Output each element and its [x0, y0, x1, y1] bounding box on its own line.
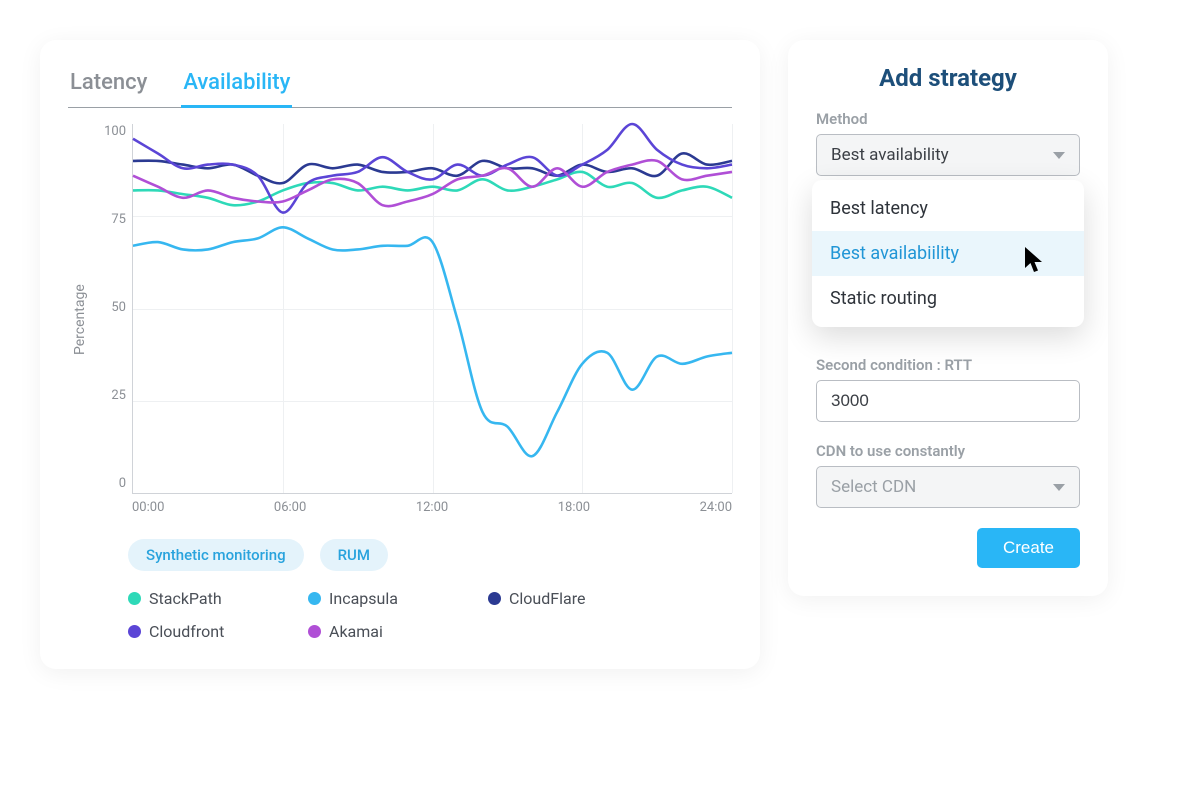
legend-label: StackPath: [149, 589, 222, 608]
legend-swatch: [488, 592, 501, 605]
create-button[interactable]: Create: [977, 528, 1080, 568]
legend-label: CloudFlare: [509, 589, 585, 608]
panel-title: Add strategy: [816, 64, 1080, 92]
legend-item[interactable]: StackPath: [128, 589, 258, 608]
monitoring-pills: Synthetic monitoring RUM: [128, 539, 732, 571]
x-tick: 24:00: [700, 500, 732, 515]
method-select-value: Best availability: [831, 145, 949, 165]
legend: StackPath Incapsula CloudFlare Cloudfront Ak…: [128, 589, 688, 641]
legend-item[interactable]: Cloudfront: [128, 622, 258, 641]
x-tick: 06:00: [274, 500, 306, 515]
cdn-select[interactable]: Select CDN: [816, 466, 1080, 508]
method-select[interactable]: Best availability: [816, 134, 1080, 176]
method-label: Method: [816, 110, 1080, 128]
pill-synthetic[interactable]: Synthetic monitoring: [128, 539, 304, 571]
legend-label: Incapsula: [329, 589, 398, 608]
second-condition-label: Second condition : RTT: [816, 356, 1080, 374]
cursor-icon: [1024, 246, 1046, 274]
legend-swatch: [128, 592, 141, 605]
cdn-field: CDN to use constantly Select CDN: [816, 442, 1080, 508]
y-tick: 50: [92, 300, 126, 315]
y-axis-label: Percentage: [68, 124, 92, 515]
legend-swatch: [308, 592, 321, 605]
legend-item[interactable]: Incapsula: [308, 589, 438, 608]
legend-item[interactable]: CloudFlare: [488, 589, 618, 608]
add-strategy-panel: Add strategy Method Best availability Be…: [788, 40, 1108, 596]
series-line: [133, 227, 732, 456]
chart-area: Percentage 100 75 50 25 0 00:00 06:00 12…: [68, 124, 732, 515]
tab-latency[interactable]: Latency: [68, 64, 149, 107]
pill-rum[interactable]: RUM: [320, 539, 388, 571]
x-ticks: 00:00 06:00 12:00 18:00 24:00: [132, 500, 732, 515]
legend-swatch: [128, 625, 141, 638]
x-tick: 12:00: [416, 500, 448, 515]
tab-availability[interactable]: Availability: [181, 64, 292, 107]
legend-item[interactable]: Akamai: [308, 622, 438, 641]
x-tick: 00:00: [132, 500, 164, 515]
method-option[interactable]: Static routing: [812, 276, 1084, 321]
second-condition-field: Second condition : RTT: [816, 356, 1080, 422]
cdn-select-placeholder: Select CDN: [831, 477, 916, 497]
legend-label: Akamai: [329, 622, 383, 641]
method-option[interactable]: Best latency: [812, 186, 1084, 231]
legend-label: Cloudfront: [149, 622, 224, 641]
series-line: [133, 172, 732, 205]
second-condition-input[interactable]: [816, 380, 1080, 422]
y-tick: 0: [92, 476, 126, 491]
chevron-down-icon: [1053, 152, 1065, 159]
chart-card: Latency Availability Percentage 100 75 5…: [40, 40, 760, 669]
x-tick: 18:00: [558, 500, 590, 515]
y-tick: 75: [92, 212, 126, 227]
line-plot: [132, 124, 732, 494]
plot-wrap: 100 75 50 25 0 00:00 06:00 12:00 18:00 2…: [92, 124, 732, 515]
method-field: Method Best availability: [816, 110, 1080, 176]
cdn-label: CDN to use constantly: [816, 442, 1080, 460]
y-tick: 25: [92, 388, 126, 403]
legend-swatch: [308, 625, 321, 638]
y-ticks: 100 75 50 25 0: [92, 124, 126, 491]
tabs: Latency Availability: [68, 64, 732, 108]
y-tick: 100: [92, 124, 126, 139]
chevron-down-icon: [1053, 484, 1065, 491]
